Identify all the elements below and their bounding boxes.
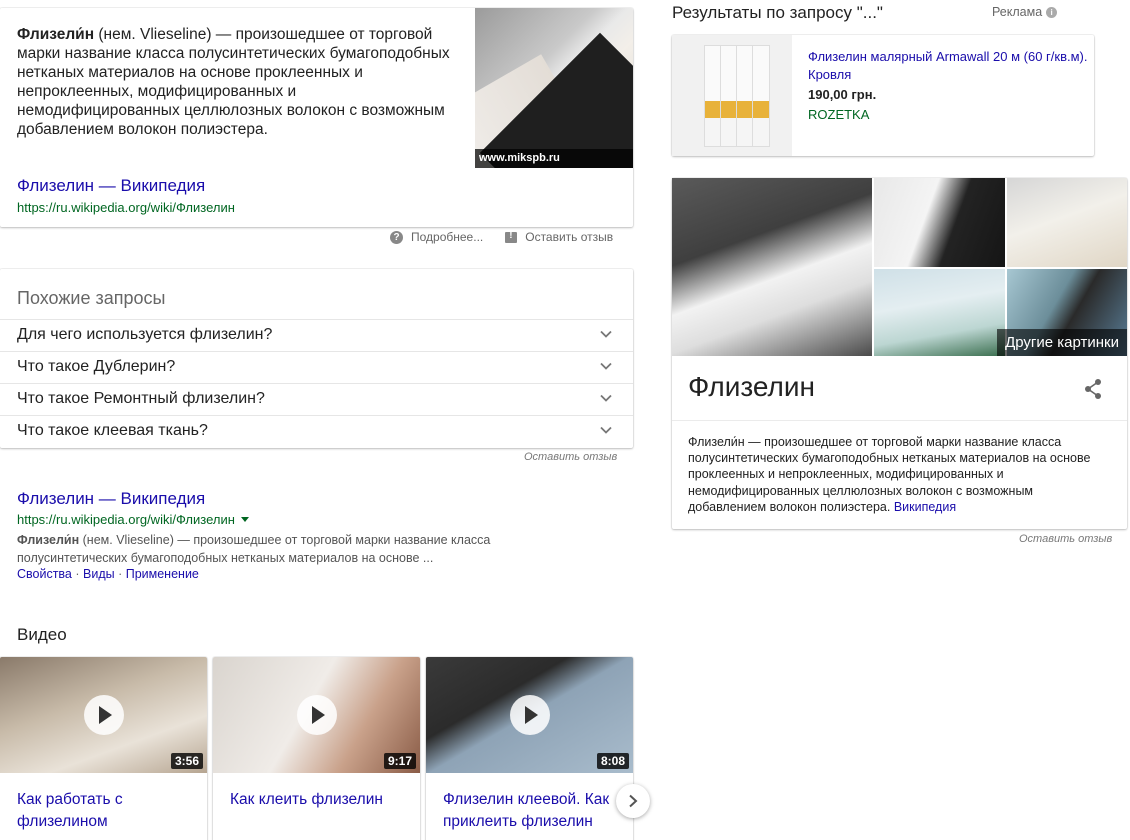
help-icon: ? [390, 230, 403, 244]
snippet-source-url: https://ru.wikipedia.org/wiki/Флизелин [17, 200, 235, 215]
video-card[interactable]: 8:08 Флизелин клеевой. Как приклеить фли… [426, 657, 633, 840]
leave-feedback-label: Оставить отзыв [525, 230, 614, 244]
video-card[interactable]: 3:56 Как работать с флизелином [0, 657, 207, 840]
snippet-text: Флизели́н (нем. Vlieseline) — произошедш… [17, 25, 462, 139]
knowledge-feedback-link[interactable]: Оставить отзыв [1019, 533, 1112, 545]
chevron-down-icon [600, 362, 612, 370]
snippet-term: Флизели́н [17, 26, 95, 43]
sitelink[interactable]: Виды [83, 567, 115, 581]
video-duration: 9:17 [383, 753, 416, 769]
dropdown-arrow-icon[interactable] [240, 517, 249, 522]
knowledge-description: Флизели́н — произошедшее от торговой мар… [688, 434, 1113, 515]
result-snippet-text: (нем. Vlieseline) — произошедшее от торг… [17, 533, 491, 565]
video-card[interactable]: 9:17 Как клеить флизелин [213, 657, 420, 840]
related-heading: Похожие запросы [17, 288, 166, 308]
result-url-text: https://ru.wikipedia.org/wiki/Флизелин [17, 512, 235, 527]
video-thumbnail[interactable]: 9:17 [213, 657, 420, 773]
chevron-down-icon [600, 394, 612, 402]
ads-label-text: Реклама [992, 5, 1043, 19]
ads-label: Реклама i [992, 5, 1058, 19]
product-price: 190,00 грн. [808, 87, 877, 102]
knowledge-panel: Другие картинки Флизелин Флизели́н — про… [672, 178, 1127, 529]
video-duration: 8:08 [596, 753, 629, 769]
related-question: Для чего используется флизелин? [17, 326, 273, 343]
info-icon[interactable]: i [1046, 6, 1058, 18]
knowledge-source-link[interactable]: Википедия [894, 500, 956, 514]
video-thumbnail[interactable]: 3:56 [0, 657, 207, 773]
chevron-down-icon [600, 426, 612, 434]
chevron-down-icon [600, 330, 612, 338]
result-url: https://ru.wikipedia.org/wiki/Флизелин [17, 512, 249, 527]
featured-snippet: Флизели́н (нем. Vlieseline) — произошедш… [0, 8, 633, 227]
product-store: ROZETKA [808, 107, 870, 122]
ads-heading: Результаты по запросу "..." [672, 3, 883, 22]
related-question: Что такое Дублерин? [17, 358, 176, 375]
video-title[interactable]: Флизелин клеевой. Как приклеить флизелин [443, 789, 623, 833]
snippet-source-link[interactable]: Флизелин — Википедия [17, 176, 205, 196]
play-icon[interactable] [296, 695, 337, 735]
more-images-button[interactable]: Другие картинки [997, 329, 1127, 356]
snippet-feedback-row: ? Подробнее... Оставить отзыв [390, 230, 613, 244]
result-title-link[interactable]: Флизелин — Википедия [17, 489, 205, 509]
knowledge-title: Флизелин [688, 371, 815, 402]
snippet-image[interactable]: www.mikspb.ru [475, 8, 633, 168]
knowledge-image[interactable] [874, 269, 1005, 356]
related-question: Что такое Ремонтный флизелин? [17, 390, 265, 407]
knowledge-image[interactable] [1007, 178, 1127, 267]
product-title-link[interactable]: Флизелин малярный Armawall 20 м (60 г/кв… [808, 48, 1088, 84]
knowledge-image[interactable] [672, 178, 872, 356]
result-sitelinks: Свойства · Виды · Применение [17, 567, 199, 581]
play-icon[interactable] [509, 695, 550, 735]
related-question-row[interactable]: Что такое Ремонтный флизелин? [0, 383, 633, 415]
video-title[interactable]: Как клеить флизелин [230, 789, 410, 811]
related-question-row[interactable]: Что такое Дублерин? [0, 351, 633, 383]
share-icon[interactable] [1083, 378, 1103, 400]
videos-next-button[interactable] [616, 784, 650, 818]
videos-heading: Видео [17, 625, 67, 644]
related-question-row[interactable]: Для чего используется флизелин? [0, 319, 633, 351]
related-question-row[interactable]: Что такое клеевая ткань? [0, 415, 633, 447]
more-info-button[interactable]: ? Подробнее... [390, 230, 483, 244]
related-question: Что такое клеевая ткань? [17, 422, 208, 439]
result-term: Флизели́н [17, 533, 80, 547]
related-questions: Похожие запросы Для чего используется фл… [0, 269, 633, 448]
video-duration: 3:56 [170, 753, 203, 769]
related-feedback-link[interactable]: Оставить отзыв [524, 451, 617, 463]
play-icon[interactable] [83, 695, 124, 735]
more-info-label: Подробнее... [411, 230, 484, 244]
sitelink[interactable]: Применение [126, 567, 199, 581]
knowledge-image[interactable] [874, 178, 1005, 267]
chevron-right-icon [629, 794, 638, 808]
video-title[interactable]: Как работать с флизелином [17, 789, 197, 833]
knowledge-images[interactable]: Другие картинки [672, 178, 1127, 356]
feedback-icon [505, 230, 518, 243]
sitelink[interactable]: Свойства [17, 567, 72, 581]
product-image[interactable] [672, 35, 792, 156]
snippet-image-caption: www.mikspb.ru [475, 149, 633, 168]
leave-feedback-button[interactable]: Оставить отзыв [505, 230, 613, 244]
result-snippet: Флизели́н (нем. Vlieseline) — произошедш… [17, 531, 527, 567]
knowledge-description-text: Флизели́н — произошедшее от торговой мар… [688, 435, 1091, 514]
shopping-ad[interactable]: Флизелин малярный Armawall 20 м (60 г/кв… [672, 35, 1094, 156]
video-thumbnail[interactable]: 8:08 [426, 657, 633, 773]
